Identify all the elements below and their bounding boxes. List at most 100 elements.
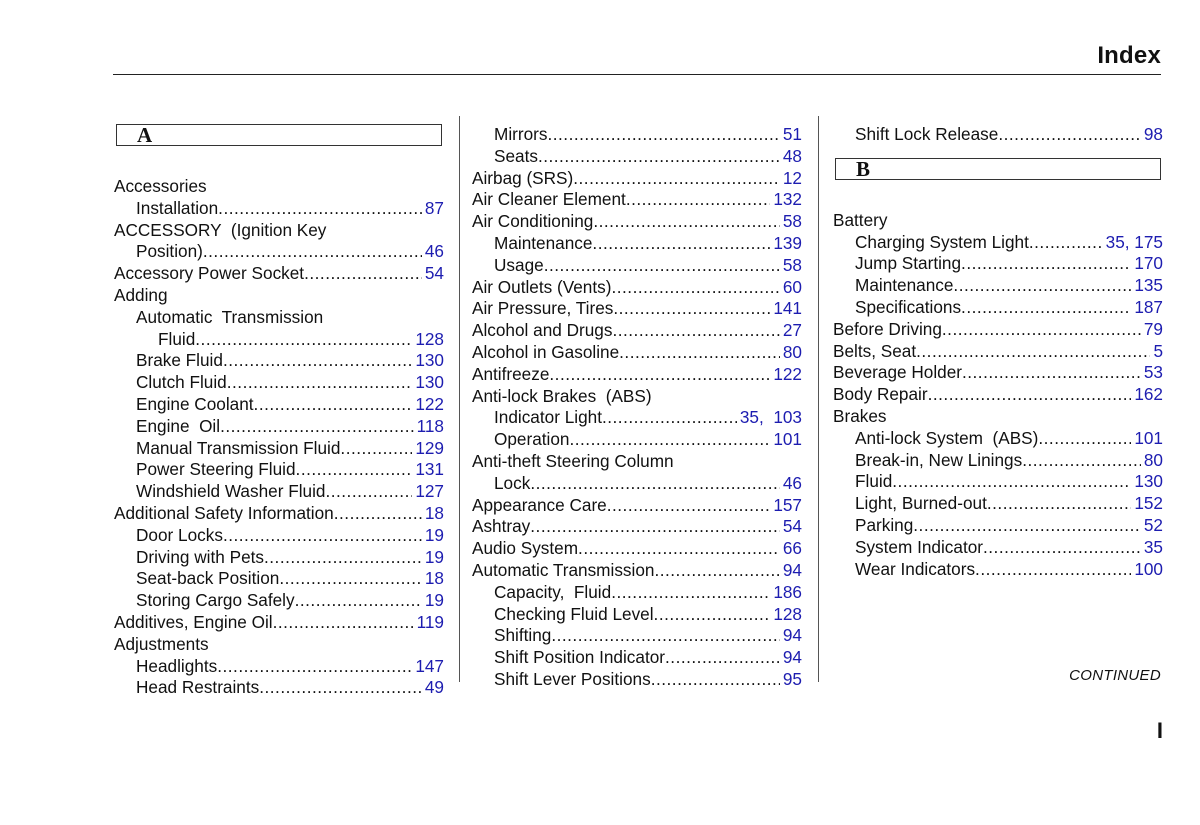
- page-reference-link[interactable]: 19: [422, 590, 444, 612]
- index-entry[interactable]: Mirrors 51: [472, 124, 802, 146]
- index-entry[interactable]: Alcohol and Drugs 27: [472, 320, 802, 342]
- page-reference-link[interactable]: 48: [780, 146, 802, 168]
- page-reference-link[interactable]: 18: [422, 503, 444, 525]
- page-reference-link[interactable]: 19: [422, 525, 444, 547]
- page-reference-link[interactable]: 46: [422, 241, 444, 263]
- page-reference-link[interactable]: 132: [770, 189, 802, 211]
- page-reference-link[interactable]: 129: [412, 438, 444, 460]
- index-entry[interactable]: Air Pressure, Tires 141: [472, 298, 802, 320]
- index-entry[interactable]: Specifications 187: [833, 297, 1163, 319]
- index-entry[interactable]: Installation 87: [114, 198, 444, 220]
- page-reference-link[interactable]: 27: [780, 320, 802, 342]
- index-entry[interactable]: Belts, Seat 5: [833, 341, 1163, 363]
- page-reference-link[interactable]: 128: [770, 604, 802, 626]
- index-entry[interactable]: Seat-back Position 18: [114, 568, 444, 590]
- index-entry[interactable]: Air Cleaner Element 132: [472, 189, 802, 211]
- page-reference-link[interactable]: 128: [412, 329, 444, 351]
- index-entry[interactable]: Engine Oil 118: [114, 416, 444, 438]
- index-entry[interactable]: Door Locks 19: [114, 525, 444, 547]
- page-reference-link[interactable]: 35: [1141, 537, 1163, 559]
- index-entry[interactable]: Clutch Fluid 130: [114, 372, 444, 394]
- index-entry[interactable]: Lock 46: [472, 473, 802, 495]
- page-reference-link[interactable]: 187: [1131, 297, 1163, 319]
- page-reference-link[interactable]: 130: [1131, 471, 1163, 493]
- page-reference-link[interactable]: 139: [770, 233, 802, 255]
- page-reference-link[interactable]: 141: [770, 298, 802, 320]
- page-reference-link[interactable]: 130: [412, 372, 444, 394]
- index-entry[interactable]: Maintenance 139: [472, 233, 802, 255]
- index-entry[interactable]: Anti-lock System (ABS) 101: [833, 428, 1163, 450]
- page-reference-link[interactable]: 35, 103: [737, 407, 802, 429]
- page-reference-link[interactable]: 94: [780, 647, 802, 669]
- page-reference-link[interactable]: 147: [412, 656, 444, 678]
- index-entry[interactable]: Alcohol in Gasoline 80: [472, 342, 802, 364]
- index-entry[interactable]: Wear Indicators 100: [833, 559, 1163, 581]
- index-entry[interactable]: Shift Lever Positions 95: [472, 669, 802, 691]
- page-reference-link[interactable]: 12: [780, 168, 802, 190]
- index-entry[interactable]: Additives, Engine Oil 119: [114, 612, 444, 634]
- page-reference-link[interactable]: 80: [780, 342, 802, 364]
- index-entry[interactable]: Usage 58: [472, 255, 802, 277]
- index-entry[interactable]: Seats 48: [472, 146, 802, 168]
- index-entry[interactable]: Fluid 128: [114, 329, 444, 351]
- index-entry[interactable]: Air Outlets (Vents) 60: [472, 277, 802, 299]
- index-entry[interactable]: Audio System 66: [472, 538, 802, 560]
- index-entry[interactable]: Ashtray 54: [472, 516, 802, 538]
- page-reference-link[interactable]: 122: [770, 364, 802, 386]
- index-entry[interactable]: Brake Fluid 130: [114, 350, 444, 372]
- index-entry[interactable]: Head Restraints 49: [114, 677, 444, 699]
- page-reference-link[interactable]: 5: [1150, 341, 1163, 363]
- index-entry[interactable]: Storing Cargo Safely 19: [114, 590, 444, 612]
- index-entry[interactable]: Body Repair 162: [833, 384, 1163, 406]
- page-reference-link[interactable]: 58: [780, 211, 802, 233]
- page-reference-link[interactable]: 170: [1131, 253, 1163, 275]
- page-reference-link[interactable]: 95: [780, 669, 802, 691]
- page-reference-link[interactable]: 35, 175: [1103, 232, 1163, 254]
- page-reference-link[interactable]: 53: [1141, 362, 1163, 384]
- page-reference-link[interactable]: 127: [412, 481, 444, 503]
- page-reference-link[interactable]: 52: [1141, 515, 1163, 537]
- page-reference-link[interactable]: 94: [780, 560, 802, 582]
- index-entry[interactable]: Maintenance 135: [833, 275, 1163, 297]
- index-entry[interactable]: Break-in, New Linings 80: [833, 450, 1163, 472]
- page-reference-link[interactable]: 19: [422, 547, 444, 569]
- page-reference-link[interactable]: 98: [1141, 124, 1163, 146]
- page-reference-link[interactable]: 131: [412, 459, 444, 481]
- page-reference-link[interactable]: 152: [1131, 493, 1163, 515]
- page-reference-link[interactable]: 80: [1141, 450, 1163, 472]
- index-entry[interactable]: Charging System Light 35, 175: [833, 232, 1163, 254]
- page-reference-link[interactable]: 101: [770, 429, 802, 451]
- index-entry[interactable]: Parking 52: [833, 515, 1163, 537]
- page-reference-link[interactable]: 46: [780, 473, 802, 495]
- page-reference-link[interactable]: 101: [1131, 428, 1163, 450]
- index-entry[interactable]: Additional Safety Information 18: [114, 503, 444, 525]
- index-entry[interactable]: Manual Transmission Fluid 129: [114, 438, 444, 460]
- index-entry[interactable]: Fluid 130: [833, 471, 1163, 493]
- page-reference-link[interactable]: 54: [780, 516, 802, 538]
- index-entry[interactable]: Appearance Care 157: [472, 495, 802, 517]
- page-reference-link[interactable]: 87: [422, 198, 444, 220]
- page-reference-link[interactable]: 79: [1141, 319, 1163, 341]
- index-entry[interactable]: Power Steering Fluid 131: [114, 459, 444, 481]
- index-entry[interactable]: Beverage Holder 53: [833, 362, 1163, 384]
- page-reference-link[interactable]: 54: [422, 263, 444, 285]
- page-reference-link[interactable]: 122: [412, 394, 444, 416]
- index-entry[interactable]: Light, Burned-out 152: [833, 493, 1163, 515]
- index-entry[interactable]: Accessory Power Socket 54: [114, 263, 444, 285]
- index-entry[interactable]: Before Driving 79: [833, 319, 1163, 341]
- page-reference-link[interactable]: 135: [1131, 275, 1163, 297]
- page-reference-link[interactable]: 60: [780, 277, 802, 299]
- page-reference-link[interactable]: 18: [422, 568, 444, 590]
- page-reference-link[interactable]: 162: [1131, 384, 1163, 406]
- index-entry[interactable]: Windshield Washer Fluid 127: [114, 481, 444, 503]
- index-entry[interactable]: Operation 101: [472, 429, 802, 451]
- index-entry[interactable]: Checking Fluid Level 128: [472, 604, 802, 626]
- index-entry[interactable]: Shift Position Indicator 94: [472, 647, 802, 669]
- page-reference-link[interactable]: 100: [1131, 559, 1163, 581]
- page-reference-link[interactable]: 119: [414, 612, 444, 634]
- index-entry[interactable]: Air Conditioning 58: [472, 211, 802, 233]
- page-reference-link[interactable]: 118: [414, 416, 444, 438]
- page-reference-link[interactable]: 66: [780, 538, 802, 560]
- index-entry[interactable]: Shifting 94: [472, 625, 802, 647]
- index-entry[interactable]: Automatic Transmission 94: [472, 560, 802, 582]
